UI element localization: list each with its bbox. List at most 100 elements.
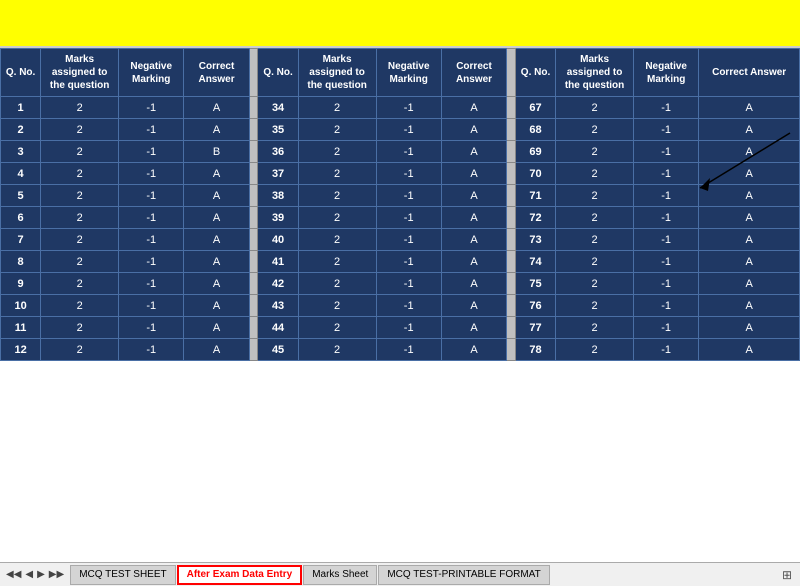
table-cell[interactable]: A: [699, 317, 800, 339]
table-cell[interactable]: 1: [1, 97, 41, 119]
table-cell[interactable]: 42: [258, 273, 298, 295]
table-cell[interactable]: 10: [1, 295, 41, 317]
table-cell[interactable]: 2: [1, 119, 41, 141]
table-cell[interactable]: A: [441, 251, 506, 273]
table-cell[interactable]: [249, 273, 258, 295]
table-cell[interactable]: 2: [41, 229, 119, 251]
table-cell[interactable]: -1: [376, 185, 441, 207]
table-cell[interactable]: 6: [1, 207, 41, 229]
table-cell[interactable]: [507, 185, 516, 207]
table-cell[interactable]: 2: [298, 339, 376, 361]
table-cell[interactable]: 2: [298, 207, 376, 229]
table-cell[interactable]: 2: [41, 251, 119, 273]
table-cell[interactable]: [249, 97, 258, 119]
table-cell[interactable]: 12: [1, 339, 41, 361]
table-cell[interactable]: [507, 273, 516, 295]
table-cell[interactable]: -1: [634, 207, 699, 229]
table-cell[interactable]: 41: [258, 251, 298, 273]
table-cell[interactable]: 2: [556, 339, 634, 361]
table-cell[interactable]: 2: [41, 185, 119, 207]
table-cell[interactable]: [507, 339, 516, 361]
table-cell[interactable]: [249, 141, 258, 163]
table-cell[interactable]: [507, 229, 516, 251]
table-cell[interactable]: A: [699, 207, 800, 229]
table-cell[interactable]: 9: [1, 273, 41, 295]
table-cell[interactable]: 72: [515, 207, 555, 229]
table-cell[interactable]: 68: [515, 119, 555, 141]
table-cell[interactable]: A: [699, 273, 800, 295]
table-cell[interactable]: -1: [376, 273, 441, 295]
sheet-tab[interactable]: After Exam Data Entry: [177, 565, 303, 585]
table-cell[interactable]: 2: [298, 317, 376, 339]
table-cell[interactable]: A: [441, 119, 506, 141]
table-cell[interactable]: 69: [515, 141, 555, 163]
table-cell[interactable]: 2: [41, 273, 119, 295]
table-cell[interactable]: A: [441, 207, 506, 229]
sheet-tab[interactable]: MCQ TEST SHEET: [70, 565, 175, 585]
table-cell[interactable]: [249, 119, 258, 141]
table-cell[interactable]: -1: [119, 273, 184, 295]
table-cell[interactable]: [249, 317, 258, 339]
table-cell[interactable]: [249, 295, 258, 317]
tab-last-arrow[interactable]: ▶▶: [47, 569, 66, 580]
table-cell[interactable]: 43: [258, 295, 298, 317]
table-cell[interactable]: 38: [258, 185, 298, 207]
table-cell[interactable]: A: [184, 207, 249, 229]
tab-next-arrow[interactable]: ▶: [35, 569, 47, 580]
table-cell[interactable]: 2: [556, 185, 634, 207]
table-cell[interactable]: A: [184, 273, 249, 295]
table-cell[interactable]: A: [184, 185, 249, 207]
table-cell[interactable]: -1: [119, 251, 184, 273]
table-cell[interactable]: A: [699, 185, 800, 207]
table-cell[interactable]: 44: [258, 317, 298, 339]
table-cell[interactable]: A: [441, 185, 506, 207]
table-cell[interactable]: 2: [41, 163, 119, 185]
table-cell[interactable]: 5: [1, 185, 41, 207]
table-cell[interactable]: 2: [298, 185, 376, 207]
table-cell[interactable]: 67: [515, 97, 555, 119]
table-cell[interactable]: 76: [515, 295, 555, 317]
table-cell[interactable]: 2: [556, 97, 634, 119]
tab-prev-arrow[interactable]: ◀: [23, 569, 35, 580]
table-cell[interactable]: [507, 119, 516, 141]
table-cell[interactable]: [249, 229, 258, 251]
table-cell[interactable]: -1: [634, 339, 699, 361]
table-cell[interactable]: -1: [119, 185, 184, 207]
table-cell[interactable]: 2: [298, 229, 376, 251]
table-cell[interactable]: 2: [556, 207, 634, 229]
table-cell[interactable]: 2: [556, 163, 634, 185]
table-cell[interactable]: -1: [376, 141, 441, 163]
table-cell[interactable]: -1: [634, 273, 699, 295]
table-cell[interactable]: 2: [556, 119, 634, 141]
table-cell[interactable]: -1: [376, 339, 441, 361]
table-cell[interactable]: A: [699, 251, 800, 273]
table-cell[interactable]: 2: [298, 97, 376, 119]
table-cell[interactable]: 40: [258, 229, 298, 251]
table-cell[interactable]: -1: [376, 163, 441, 185]
table-cell[interactable]: -1: [119, 119, 184, 141]
table-cell[interactable]: 2: [298, 119, 376, 141]
table-cell[interactable]: 2: [298, 163, 376, 185]
table-cell[interactable]: 2: [41, 207, 119, 229]
table-cell[interactable]: A: [184, 119, 249, 141]
table-cell[interactable]: 75: [515, 273, 555, 295]
table-cell[interactable]: 2: [41, 317, 119, 339]
table-cell[interactable]: [249, 339, 258, 361]
table-cell[interactable]: 2: [556, 295, 634, 317]
table-cell[interactable]: 7: [1, 229, 41, 251]
sheet-tab[interactable]: Marks Sheet: [303, 565, 377, 585]
table-cell[interactable]: A: [441, 163, 506, 185]
table-cell[interactable]: 45: [258, 339, 298, 361]
table-cell[interactable]: -1: [119, 141, 184, 163]
table-cell[interactable]: 39: [258, 207, 298, 229]
table-cell[interactable]: [507, 141, 516, 163]
table-cell[interactable]: 77: [515, 317, 555, 339]
table-cell[interactable]: 11: [1, 317, 41, 339]
table-cell[interactable]: -1: [376, 229, 441, 251]
table-cell[interactable]: -1: [376, 119, 441, 141]
table-cell[interactable]: -1: [634, 229, 699, 251]
table-cell[interactable]: A: [699, 163, 800, 185]
table-cell[interactable]: 71: [515, 185, 555, 207]
table-cell[interactable]: A: [184, 317, 249, 339]
table-cell[interactable]: A: [184, 97, 249, 119]
